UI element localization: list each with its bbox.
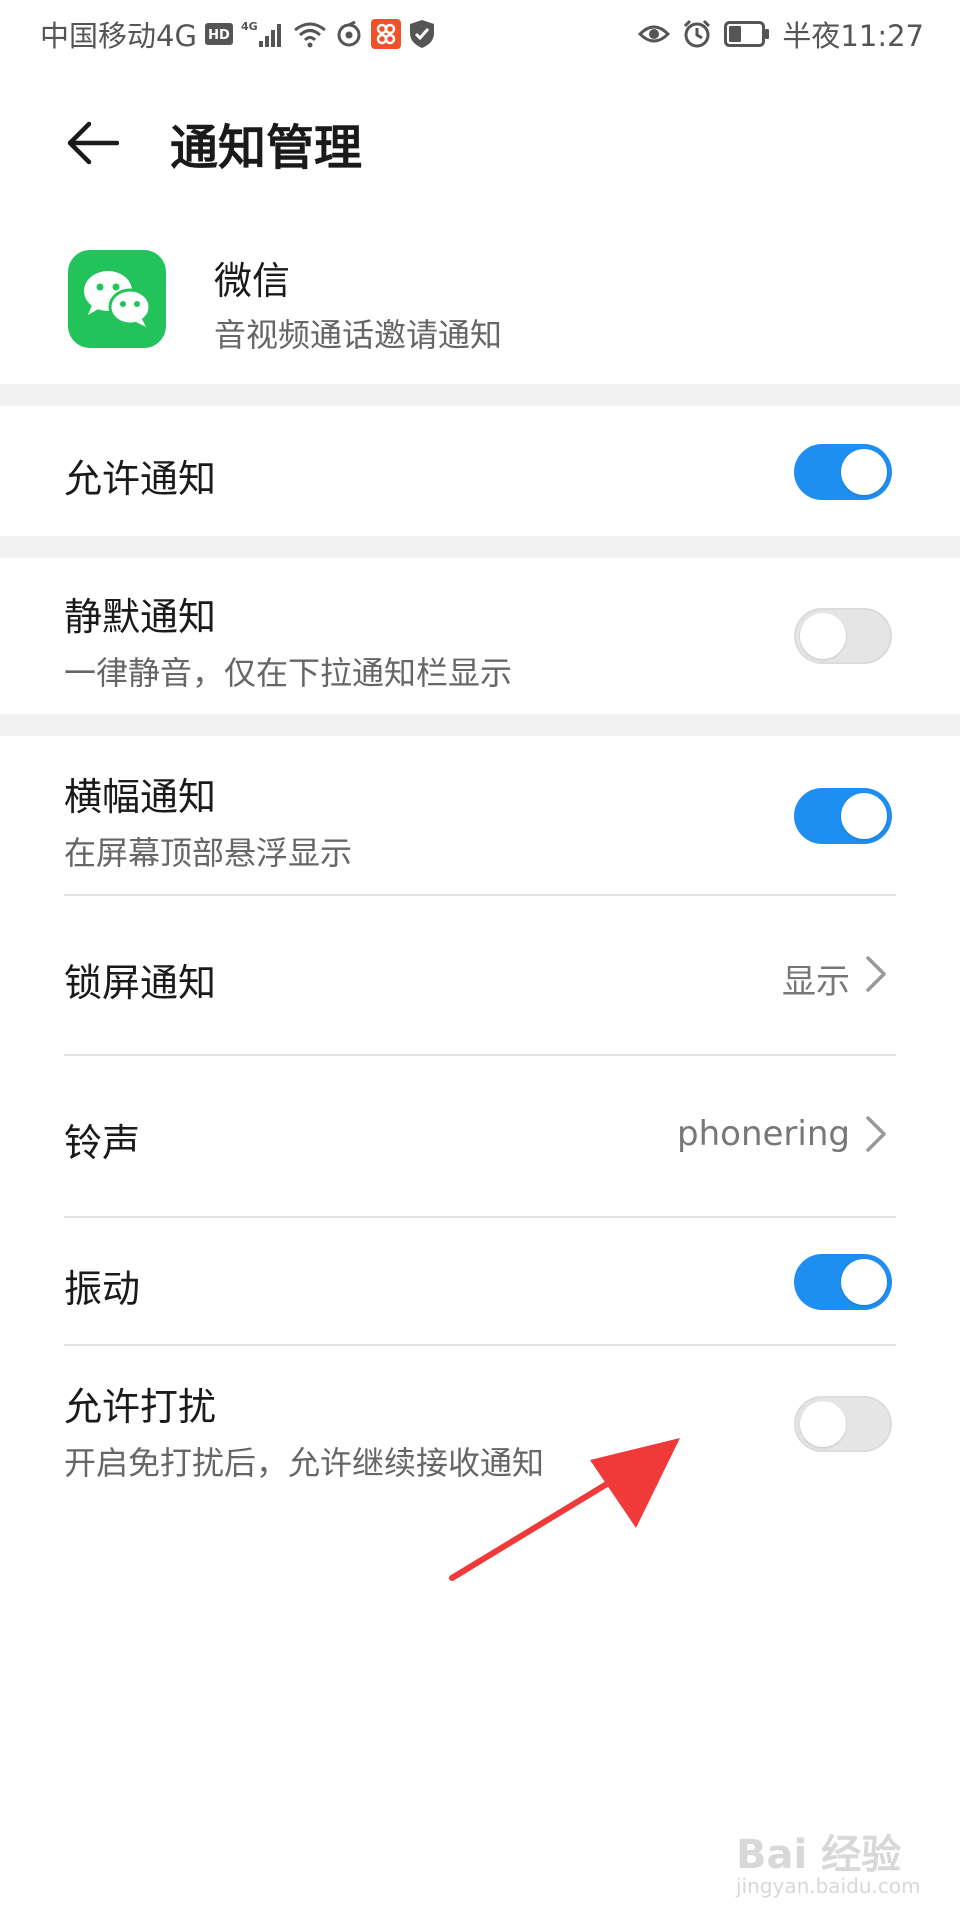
silent-notifications-toggle[interactable] xyxy=(794,608,892,664)
ringtone-label: 铃声 xyxy=(64,1121,141,1165)
app-badge-icon xyxy=(370,19,401,49)
allow-notifications-toggle[interactable] xyxy=(794,444,892,500)
back-button[interactable] xyxy=(64,114,122,172)
silent-notifications-row[interactable]: 静默通知 一律静音，仅在下拉通知栏显示 xyxy=(0,558,960,714)
toggle-knob xyxy=(800,613,846,659)
alarm-icon xyxy=(682,19,712,49)
allow-notifications-label: 允许通知 xyxy=(64,457,217,501)
silent-notifications-desc: 一律静音，仅在下拉通知栏显示 xyxy=(64,654,513,692)
silent-notifications-label: 静默通知 xyxy=(64,595,217,639)
ringtone-value: phonering xyxy=(677,1114,850,1154)
toggle-knob xyxy=(800,1401,846,1447)
title-bar: 通知管理 xyxy=(0,96,960,186)
lockscreen-notifications-row[interactable]: 锁屏通知 显示 xyxy=(0,896,960,1054)
app-header: 微信 音视频通话邀请通知 xyxy=(0,236,960,384)
watermark-url: jingyan.baidu.com xyxy=(736,1874,921,1898)
signal-icon: 4G xyxy=(241,19,285,49)
chevron-right-icon xyxy=(866,956,886,992)
vibration-toggle[interactable] xyxy=(794,1254,892,1310)
app-subtitle: 音视频通话邀请通知 xyxy=(214,316,503,354)
eye-icon xyxy=(638,22,671,46)
toggle-knob xyxy=(841,793,887,839)
watermark-text: Bai 经验 xyxy=(736,1832,902,1878)
netease-icon xyxy=(335,20,363,48)
allow-notifications-row[interactable]: 允许通知 xyxy=(0,406,960,534)
clock-label: 半夜11:27 xyxy=(782,19,924,53)
page-title: 通知管理 xyxy=(170,120,363,176)
hd-icon: HD xyxy=(204,23,233,45)
baidu-jingyan-watermark: Bai 经验 jingyan.baidu.com xyxy=(736,1814,936,1906)
toggle-knob xyxy=(841,1259,887,1305)
back-arrow-icon xyxy=(67,121,119,165)
section-divider xyxy=(0,714,960,736)
lockscreen-notifications-value: 显示 xyxy=(782,962,850,1002)
allow-disturb-label: 允许打扰 xyxy=(64,1385,217,1429)
lockscreen-notifications-label: 锁屏通知 xyxy=(64,961,217,1005)
app-name: 微信 xyxy=(214,259,291,303)
svg-text:4G: 4G xyxy=(241,20,258,33)
annotation-arrow-icon xyxy=(449,1438,680,1581)
section-divider xyxy=(0,384,960,406)
wechat-icon xyxy=(68,250,166,348)
status-bar-right: 半夜11:27 xyxy=(638,14,924,54)
vibration-row[interactable]: 振动 xyxy=(0,1218,960,1344)
status-bar-left: 中国移动4G HD 4G xyxy=(40,14,435,54)
chevron-right-icon xyxy=(866,1116,886,1152)
ringtone-row[interactable]: 铃声 phonering xyxy=(0,1056,960,1216)
section-divider xyxy=(0,536,960,558)
toggle-knob xyxy=(841,449,887,495)
status-bar: 中国移动4G HD 4G 半夜11:27 xyxy=(0,0,960,66)
wifi-icon xyxy=(293,20,327,48)
vibration-label: 振动 xyxy=(64,1267,141,1311)
banner-notifications-toggle[interactable] xyxy=(794,788,892,844)
allow-disturb-toggle[interactable] xyxy=(794,1396,892,1452)
carrier-label: 中国移动4G xyxy=(40,19,197,53)
banner-notifications-label: 横幅通知 xyxy=(64,775,217,819)
shield-icon xyxy=(409,19,435,49)
banner-notifications-desc: 在屏幕顶部悬浮显示 xyxy=(64,834,353,872)
battery-icon xyxy=(724,21,770,47)
banner-notifications-row[interactable]: 横幅通知 在屏幕顶部悬浮显示 xyxy=(0,736,960,894)
svg-text:HD: HD xyxy=(208,28,230,43)
